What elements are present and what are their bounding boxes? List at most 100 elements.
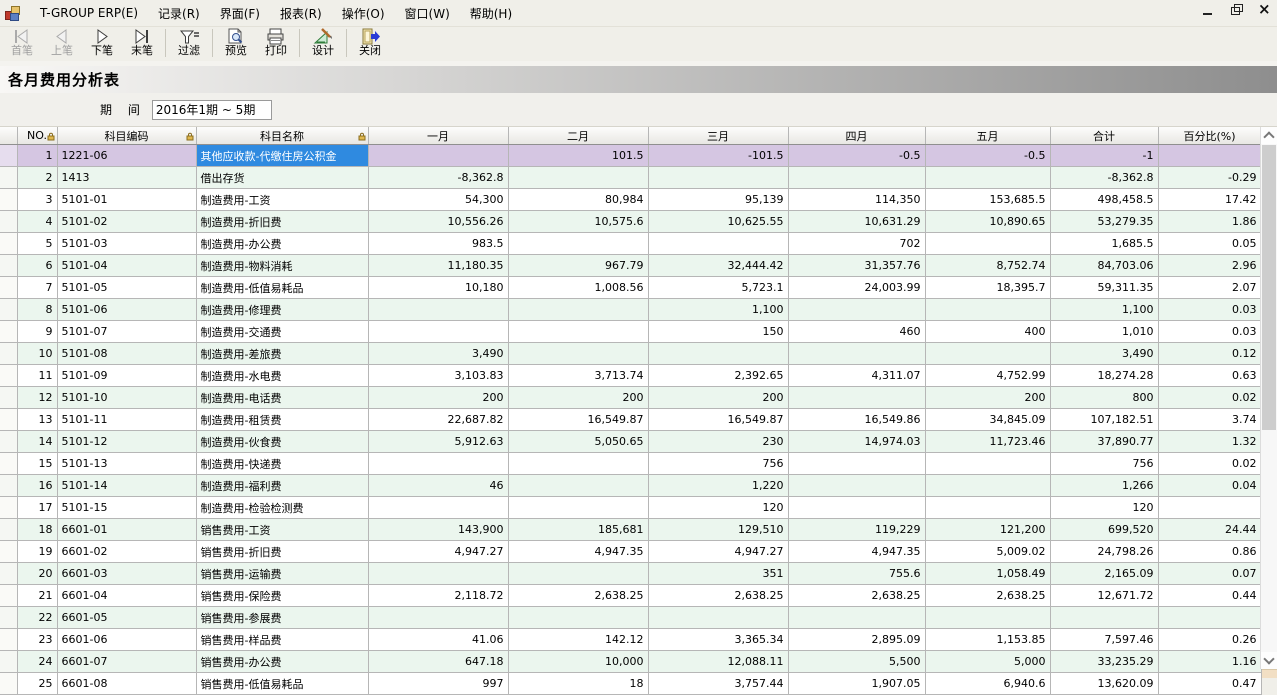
cell[interactable]	[925, 343, 1050, 365]
cell[interactable]: 3	[17, 189, 57, 211]
cell[interactable]: 185,681	[508, 519, 648, 541]
cell[interactable]: 1,907.05	[788, 673, 925, 695]
cell[interactable]: 114,350	[788, 189, 925, 211]
row-selector[interactable]	[0, 145, 17, 167]
cell[interactable]: 13	[17, 409, 57, 431]
cell[interactable]: 967.79	[508, 255, 648, 277]
cell[interactable]: 1,266	[1050, 475, 1158, 497]
cell[interactable]: 18	[508, 673, 648, 695]
cell[interactable]: 3,713.74	[508, 365, 648, 387]
cell[interactable]: 41.06	[368, 629, 508, 651]
cell[interactable]: 5101-02	[57, 211, 196, 233]
cell[interactable]	[508, 167, 648, 189]
cell[interactable]: 10,631.29	[788, 211, 925, 233]
cell[interactable]: 800	[1050, 387, 1158, 409]
row-selector[interactable]	[0, 673, 17, 695]
cell[interactable]: 制造费用-低值易耗品	[196, 277, 368, 299]
cell[interactable]: 17.42	[1158, 189, 1261, 211]
cell[interactable]: 101.5	[508, 145, 648, 167]
cell[interactable]: 2,638.25	[648, 585, 788, 607]
cell[interactable]	[788, 387, 925, 409]
cell[interactable]	[368, 607, 508, 629]
cell[interactable]: 制造费用-差旅费	[196, 343, 368, 365]
cell[interactable]: 150	[648, 321, 788, 343]
last-record-button[interactable]: 末笔	[122, 27, 162, 61]
column-header-mar[interactable]: 三月	[648, 127, 788, 145]
cell[interactable]	[368, 453, 508, 475]
cell[interactable]: 200	[648, 387, 788, 409]
cell[interactable]: 制造费用-修理费	[196, 299, 368, 321]
row-selector[interactable]	[0, 519, 17, 541]
column-header-no[interactable]: NO.	[17, 127, 57, 145]
cell[interactable]: -0.29	[1158, 167, 1261, 189]
cell[interactable]: -0.5	[788, 145, 925, 167]
previous-record-button[interactable]: 上笔	[42, 27, 82, 61]
close-window-icon[interactable]	[1257, 3, 1271, 17]
cell[interactable]: 5101-08	[57, 343, 196, 365]
column-header-jan[interactable]: 一月	[368, 127, 508, 145]
cell[interactable]	[508, 321, 648, 343]
cell[interactable]: 其他应收款-代缴住房公积金	[196, 145, 368, 167]
cell[interactable]: 8	[17, 299, 57, 321]
cell[interactable]: 0.02	[1158, 453, 1261, 475]
cell[interactable]: 32,444.42	[648, 255, 788, 277]
cell[interactable]: 54,300	[368, 189, 508, 211]
cell[interactable]: 制造费用-交通费	[196, 321, 368, 343]
cell[interactable]: 12,671.72	[1050, 585, 1158, 607]
cell[interactable]	[508, 233, 648, 255]
menu-item-record[interactable]: 记录(R)	[148, 2, 210, 25]
cell[interactable]: 制造费用-租赁费	[196, 409, 368, 431]
cell[interactable]: 200	[925, 387, 1050, 409]
row-selector[interactable]	[0, 607, 17, 629]
row-selector[interactable]	[0, 255, 17, 277]
cell[interactable]	[368, 321, 508, 343]
cell[interactable]: 10	[17, 343, 57, 365]
row-selector[interactable]	[0, 541, 17, 563]
cell[interactable]: 10,890.65	[925, 211, 1050, 233]
cell[interactable]: 21	[17, 585, 57, 607]
cell[interactable]: 5,009.02	[925, 541, 1050, 563]
cell[interactable]: 1	[17, 145, 57, 167]
cell[interactable]: 756	[1050, 453, 1158, 475]
cell[interactable]	[508, 475, 648, 497]
cell[interactable]: 销售费用-工资	[196, 519, 368, 541]
cell[interactable]: 5101-11	[57, 409, 196, 431]
cell[interactable]: 498,458.5	[1050, 189, 1158, 211]
cell[interactable]: 200	[508, 387, 648, 409]
cell[interactable]: 19	[17, 541, 57, 563]
cell[interactable]: 6601-08	[57, 673, 196, 695]
cell[interactable]: 销售费用-运输费	[196, 563, 368, 585]
cell[interactable]: 16,549.86	[788, 409, 925, 431]
cell[interactable]: 5101-13	[57, 453, 196, 475]
cell[interactable]: 143,900	[368, 519, 508, 541]
cell[interactable]: 23	[17, 629, 57, 651]
cell[interactable]: 983.5	[368, 233, 508, 255]
cell[interactable]	[925, 475, 1050, 497]
column-header-may[interactable]: 五月	[925, 127, 1050, 145]
cell[interactable]: 4	[17, 211, 57, 233]
cell[interactable]: 0.03	[1158, 299, 1261, 321]
cell[interactable]: 10,180	[368, 277, 508, 299]
cell[interactable]: 制造费用-伙食费	[196, 431, 368, 453]
cell[interactable]: 6	[17, 255, 57, 277]
row-selector[interactable]	[0, 211, 17, 233]
cell[interactable]: 25	[17, 673, 57, 695]
cell[interactable]: 12,088.11	[648, 651, 788, 673]
menu-item-help[interactable]: 帮助(H)	[460, 2, 522, 25]
cell[interactable]: 460	[788, 321, 925, 343]
cell[interactable]	[788, 475, 925, 497]
cell[interactable]: 制造费用-电话费	[196, 387, 368, 409]
cell[interactable]	[648, 343, 788, 365]
cell[interactable]: 销售费用-办公费	[196, 651, 368, 673]
cell[interactable]	[925, 167, 1050, 189]
cell[interactable]: -101.5	[648, 145, 788, 167]
cell[interactable]	[788, 607, 925, 629]
cell[interactable]: 84,703.06	[1050, 255, 1158, 277]
row-selector[interactable]	[0, 651, 17, 673]
cell[interactable]: 22,687.82	[368, 409, 508, 431]
cell[interactable]: 0.63	[1158, 365, 1261, 387]
cell[interactable]: 5,723.1	[648, 277, 788, 299]
cell[interactable]	[508, 299, 648, 321]
cell[interactable]: 16	[17, 475, 57, 497]
cell[interactable]: -1	[1050, 145, 1158, 167]
